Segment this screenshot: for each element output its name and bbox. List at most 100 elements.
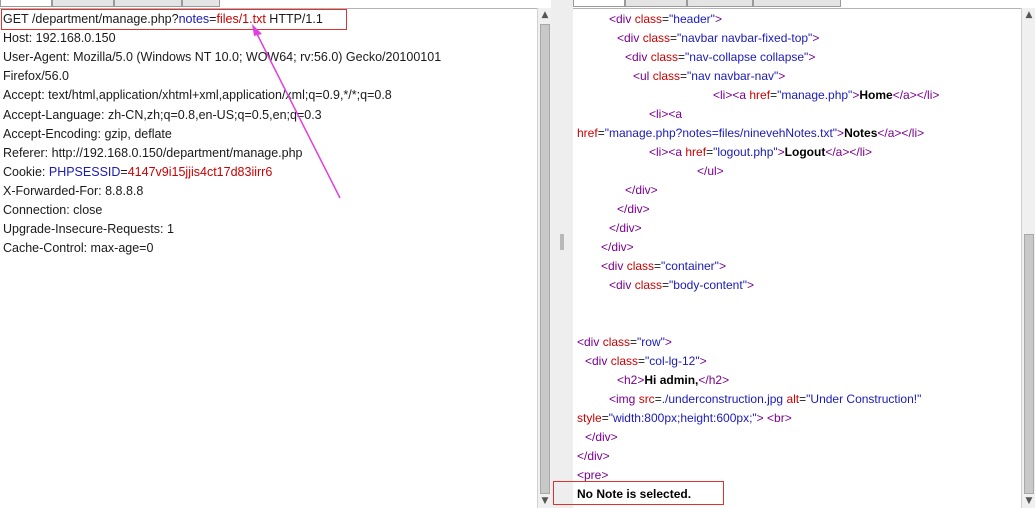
text-segment: Hi admin, — [644, 373, 699, 387]
text-segment: </a></li> — [825, 145, 873, 159]
res-line-14: <div class="container"> — [601, 257, 726, 276]
text-segment: "body-content" — [669, 278, 747, 292]
text-segment: "header" — [669, 12, 715, 26]
scroll-down-arrow-icon[interactable]: ▼ — [538, 494, 552, 508]
text-segment: Connection: close — [3, 203, 103, 217]
text-segment: alt — [783, 392, 800, 406]
text-segment: > — [837, 126, 845, 140]
text-segment: <div — [609, 278, 635, 292]
text-segment: class — [650, 50, 679, 64]
text-segment: style — [577, 411, 602, 425]
text-segment: PHPSESSID — [48, 164, 121, 179]
tab-response-html[interactable] — [753, 0, 841, 7]
text-segment: > — [812, 31, 820, 45]
res-line-5: <li><a href="manage.php">Home</a></li> — [713, 86, 939, 105]
response-note-highlight-box — [553, 481, 724, 505]
tab-response-headers[interactable] — [625, 0, 687, 7]
text-segment: "col-lg-12" — [645, 354, 700, 368]
res-line-11: </div> — [617, 200, 650, 219]
text-segment: = — [670, 31, 678, 45]
text-segment: = — [654, 259, 662, 273]
text-segment: href — [577, 126, 598, 140]
text-segment: Logout — [784, 145, 826, 159]
text-segment: Referer: http://192.168.0.150/department… — [3, 145, 303, 160]
text-segment: <ul — [633, 69, 653, 83]
text-segment: = — [597, 126, 605, 140]
text-segment: <li> — [713, 88, 733, 102]
splitter-grip-icon[interactable] — [560, 234, 564, 250]
text-segment: Accept: text/html,application/xhtml+xml,… — [3, 88, 392, 103]
req-line-8: Referer: http://192.168.0.150/department… — [3, 144, 303, 163]
text-segment: Host: 192.168.0.150 — [3, 31, 116, 46]
text-segment: > — [718, 259, 726, 273]
tab-params[interactable] — [52, 0, 114, 7]
text-segment: Notes — [844, 126, 878, 140]
text-segment: "logout.php" — [713, 145, 778, 159]
text-segment: Cookie: — [3, 164, 49, 179]
text-segment: = — [638, 354, 646, 368]
res-line-7: href="manage.php?notes=files/ninevehNote… — [577, 124, 924, 143]
text-segment: "width:800px;height:600px;" — [608, 411, 757, 425]
tab-response-raw[interactable] — [573, 0, 625, 7]
text-segment: <a — [668, 107, 683, 121]
text-segment: <div — [617, 31, 643, 45]
req-line-3: User-Agent: Mozilla/5.0 (Windows NT 10.0… — [3, 48, 441, 67]
tab-hex[interactable] — [182, 0, 220, 7]
tab-raw[interactable] — [0, 0, 52, 7]
text-segment: src — [638, 392, 655, 406]
scroll-up-arrow-icon[interactable]: ▲ — [1022, 8, 1035, 22]
tab-response-hex[interactable] — [687, 0, 753, 7]
text-segment: class — [634, 278, 663, 292]
req-line-10: X-Forwarded-For: 8.8.8.8 — [3, 182, 143, 201]
text-segment: </div> — [625, 183, 658, 197]
request-scrollbar[interactable]: ▲ ▼ — [537, 8, 552, 508]
text-segment: </div> — [601, 240, 634, 254]
response-scrollbar[interactable]: ▲ ▼ — [1021, 8, 1035, 508]
left-tab-strip — [0, 0, 537, 8]
scroll-down-arrow-icon[interactable]: ▼ — [1022, 494, 1035, 508]
text-segment: </div> — [585, 430, 618, 444]
text-segment: > — [778, 69, 786, 83]
scroll-up-arrow-icon[interactable]: ▲ — [538, 8, 552, 22]
res-line-18: <h2>Hi admin,</h2> — [617, 371, 729, 390]
res-line-3: <div class="nav-collapse collapse"> — [625, 48, 815, 67]
text-segment: href — [749, 88, 771, 102]
scroll-thumb[interactable] — [1024, 234, 1034, 494]
text-segment: </div> — [609, 221, 642, 235]
text-segment: href — [685, 145, 707, 159]
res-line-22: </div> — [577, 447, 610, 466]
res-line-9: </ul> — [697, 162, 724, 181]
req-line-7: Accept-Encoding: gzip, deflate — [3, 125, 172, 144]
text-segment: class — [634, 12, 663, 26]
text-segment: class — [626, 259, 655, 273]
text-segment: > — [808, 50, 816, 64]
text-segment: > — [777, 145, 785, 159]
text-segment: = — [680, 69, 688, 83]
text-segment: 4147v9i15jjis4ct17d83iirr6 — [127, 164, 273, 179]
text-segment: "nav-collapse collapse" — [685, 50, 809, 64]
text-segment: X-Forwarded-For: 8.8.8.8 — [3, 183, 144, 198]
scroll-thumb[interactable] — [540, 24, 550, 494]
text-segment: > <br> — [756, 411, 792, 425]
text-segment: </a></li> — [892, 88, 940, 102]
text-segment: </h2> — [698, 373, 730, 387]
tab-headers[interactable] — [114, 0, 182, 7]
text-segment: = — [662, 278, 670, 292]
req-line-4: Firefox/56.0 — [3, 67, 69, 86]
text-segment: = — [601, 411, 609, 425]
res-line-6: <li><a — [649, 105, 682, 124]
text-segment: class — [602, 335, 631, 349]
text-segment: = — [654, 392, 662, 406]
pane-splitter[interactable] — [551, 0, 573, 508]
text-segment: Firefox/56.0 — [3, 69, 70, 84]
text-segment: = — [662, 12, 670, 26]
text-segment: = — [630, 335, 638, 349]
req-line-5: Accept: text/html,application/xhtml+xml,… — [3, 86, 392, 105]
res-line-12: </div> — [609, 219, 642, 238]
right-tab-strip — [573, 0, 1022, 8]
response-viewer[interactable]: <div class="header"> <div class="navbar n… — [573, 8, 1022, 508]
text-segment: <li> — [649, 107, 669, 121]
text-segment: "nav navbar-nav" — [687, 69, 779, 83]
request-editor[interactable]: GET /department/manage.php?notes=files/1… — [0, 8, 537, 508]
text-segment: = — [120, 164, 128, 179]
